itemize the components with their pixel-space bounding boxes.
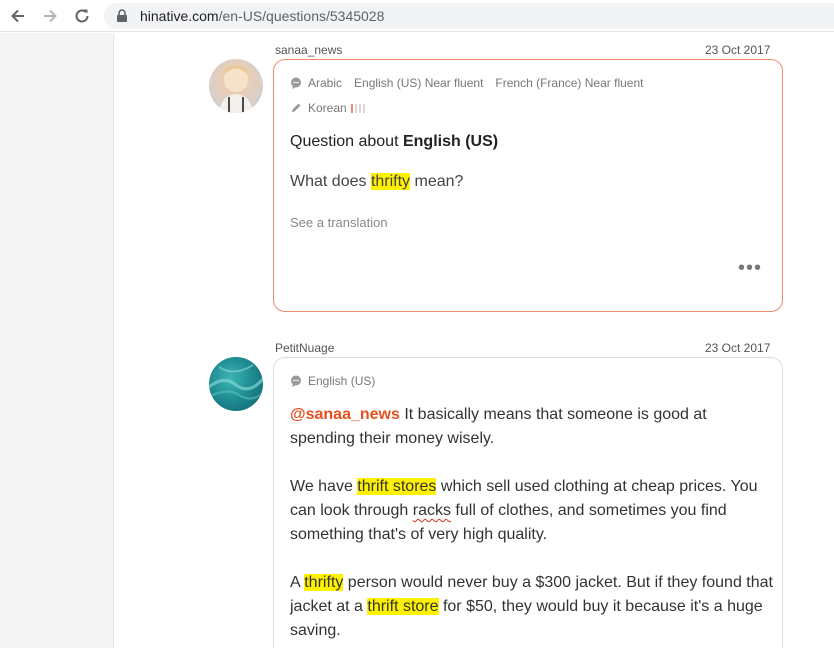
back-button[interactable] <box>6 4 30 28</box>
answer-paragraph: @sanaa_news It basically means that some… <box>290 403 774 451</box>
question-body-text: mean? <box>410 173 464 190</box>
avatar[interactable] <box>209 357 263 411</box>
avatar-image <box>209 364 263 400</box>
answer-language: English (US) <box>290 374 375 388</box>
question-username[interactable]: sanaa_news <box>275 43 342 57</box>
avatar-image <box>219 65 253 113</box>
more-options-button[interactable]: ••• <box>738 258 762 278</box>
answer-paragraph: We have thrift stores which sell used cl… <box>290 475 774 547</box>
arrow-right-icon <box>44 9 57 23</box>
question-body-text: What does <box>290 173 371 190</box>
language-item: English (US) <box>308 374 376 388</box>
arrow-left-icon <box>11 9 24 23</box>
pencil-icon <box>292 103 301 112</box>
question-date: 23 Oct 2017 <box>705 43 771 57</box>
answer-card: English (US) @sanaa_news It basically me… <box>273 357 783 648</box>
answer-paragraph: A thrifty person would never buy a $300 … <box>290 571 774 643</box>
question-title-prefix: Question about <box>290 133 403 150</box>
url-host: hinative.com <box>140 8 219 24</box>
highlighted-word: thrift stores <box>357 478 437 495</box>
learning-language: Korean <box>308 101 347 115</box>
proficiency-level <box>350 103 365 113</box>
address-bar[interactable]: hinative.com/en-US/questions/5345028 <box>104 3 834 29</box>
answer-username[interactable]: PetitNuage <box>275 341 334 355</box>
answer-text: A <box>290 574 305 591</box>
spellcheck-word: racks <box>412 502 451 519</box>
answer-date: 23 Oct 2017 <box>705 341 771 355</box>
answer-body: @sanaa_news It basically means that some… <box>290 403 774 648</box>
native-languages: Arabic English (US) Near fluent French (… <box>290 76 655 90</box>
highlighted-word: thrift store <box>367 598 439 615</box>
learning-languages: Korean <box>290 101 365 115</box>
browser-toolbar: hinative.com/en-US/questions/5345028 <box>0 0 834 32</box>
language-item: French (France) Near fluent <box>495 76 644 90</box>
url-text: hinative.com/en-US/questions/5345028 <box>140 8 384 24</box>
speech-bubble-icon <box>291 375 301 387</box>
left-sidebar <box>0 33 114 648</box>
avatar[interactable] <box>209 59 263 113</box>
question-title-language: English (US) <box>402 133 499 150</box>
url-path: /en-US/questions/5345028 <box>218 8 385 24</box>
lock-icon <box>117 9 127 22</box>
see-translation-link[interactable]: See a translation <box>290 215 388 230</box>
language-item: Arabic <box>308 76 343 90</box>
page-content: sanaa_news 23 Oct 2017 Arabic English (U… <box>0 33 834 648</box>
answer-text: We have <box>290 478 358 495</box>
highlighted-word: thrifty <box>304 574 344 591</box>
question-card: Arabic English (US) Near fluent French (… <box>273 59 783 312</box>
reload-icon <box>75 9 89 23</box>
language-item: English (US) Near fluent <box>354 76 484 90</box>
highlighted-word: thrifty <box>370 173 411 190</box>
question-title: Question about English (US) <box>290 133 498 151</box>
question-body: What does thrifty mean? <box>290 173 463 191</box>
mention-link[interactable]: @sanaa_news <box>290 406 400 423</box>
reload-button[interactable] <box>70 4 94 28</box>
forward-button[interactable] <box>38 4 62 28</box>
speech-bubble-icon <box>291 77 301 89</box>
